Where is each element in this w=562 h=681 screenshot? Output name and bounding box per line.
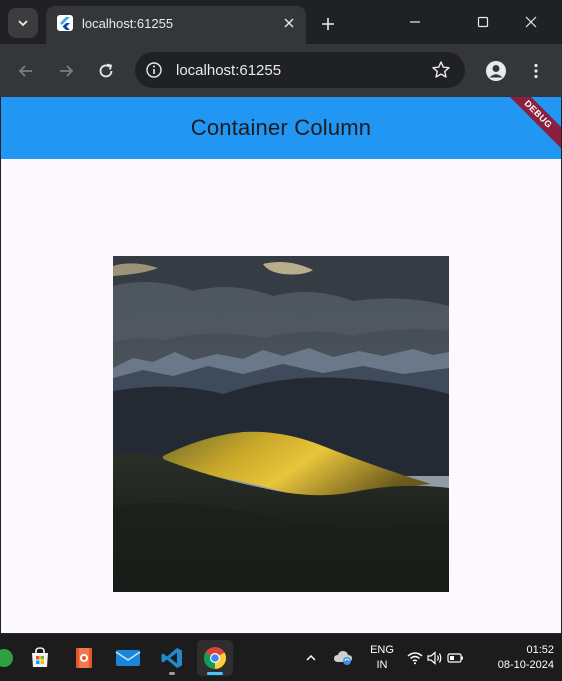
profile-icon bbox=[486, 61, 506, 81]
clock-date: 08-10-2024 bbox=[497, 659, 554, 671]
language-code: ENG bbox=[370, 644, 394, 656]
mail-icon bbox=[115, 650, 141, 666]
tab-strip: localhost:61255 bbox=[0, 0, 562, 44]
browser-tab[interactable]: localhost:61255 bbox=[46, 6, 306, 44]
app-viewport: Container Column DEBUG bbox=[1, 97, 561, 633]
flutter-icon bbox=[57, 15, 73, 31]
taskbar-vscode[interactable] bbox=[154, 640, 190, 676]
volume-icon bbox=[427, 651, 442, 665]
running-indicator bbox=[169, 672, 175, 675]
bookmark-star-icon[interactable] bbox=[431, 60, 451, 80]
region-code: IN bbox=[376, 659, 388, 671]
vscode-icon bbox=[161, 648, 182, 668]
arrow-right-icon bbox=[60, 65, 74, 77]
landscape-photo-icon bbox=[113, 256, 449, 592]
tab-search-button[interactable] bbox=[8, 8, 38, 38]
address-bar[interactable]: localhost:61255 bbox=[135, 52, 465, 88]
back-button[interactable] bbox=[12, 57, 40, 85]
clock[interactable]: 01:52 08-10-2024 bbox=[486, 643, 558, 673]
close-icon bbox=[525, 16, 537, 28]
show-hidden-icons-button[interactable] bbox=[296, 640, 326, 676]
minimize-icon bbox=[410, 21, 420, 23]
close-window-button[interactable] bbox=[508, 0, 554, 44]
taskbar-mail[interactable] bbox=[110, 640, 146, 676]
reload-icon bbox=[99, 63, 113, 78]
taskbar-app-partial[interactable] bbox=[0, 640, 22, 676]
page-title: Container Column bbox=[190, 115, 372, 140]
active-indicator bbox=[207, 672, 223, 675]
quick-settings-button[interactable] bbox=[406, 640, 466, 676]
battery-icon bbox=[447, 653, 463, 663]
maximize-button[interactable] bbox=[460, 0, 506, 44]
browser-toolbar: localhost:61255 bbox=[0, 44, 562, 97]
colorful-app-icon bbox=[0, 649, 13, 667]
taskbar-store[interactable] bbox=[22, 640, 58, 676]
microsoft-store-icon bbox=[32, 647, 48, 667]
tab-title: localhost:61255 bbox=[82, 16, 174, 31]
wifi-icon bbox=[407, 652, 423, 665]
maximize-icon bbox=[477, 16, 489, 28]
info-icon[interactable] bbox=[145, 61, 163, 79]
close-tab-icon[interactable] bbox=[278, 12, 300, 34]
tray-onedrive[interactable] bbox=[328, 640, 358, 676]
profile-button[interactable] bbox=[482, 57, 510, 85]
menu-button[interactable] bbox=[522, 57, 550, 85]
chevron-down-icon bbox=[18, 20, 28, 27]
browser-window: localhost:61255 localhost:61255 Containe… bbox=[0, 0, 562, 681]
language-indicator[interactable]: ENG IN bbox=[364, 643, 400, 673]
more-vertical-icon bbox=[534, 63, 538, 79]
taskbar-office[interactable] bbox=[66, 640, 102, 676]
reload-button[interactable] bbox=[92, 57, 120, 85]
clock-time: 01:52 bbox=[526, 644, 554, 656]
minimize-button[interactable] bbox=[392, 0, 438, 44]
cloud-sync-icon bbox=[334, 651, 352, 665]
chevron-up-icon bbox=[306, 654, 316, 661]
taskbar-chrome[interactable] bbox=[197, 640, 233, 676]
address-text[interactable]: localhost:61255 bbox=[176, 62, 281, 79]
chrome-icon bbox=[204, 647, 226, 669]
taskbar: ENG IN 01:52 08-10-2024 bbox=[0, 633, 562, 681]
plus-icon bbox=[322, 18, 334, 30]
landscape-image bbox=[113, 256, 449, 592]
app-bar: Container Column bbox=[1, 97, 561, 159]
new-tab-button[interactable] bbox=[314, 10, 342, 38]
forward-button[interactable] bbox=[52, 57, 80, 85]
arrow-left-icon bbox=[18, 65, 32, 77]
office-app-icon bbox=[76, 648, 92, 668]
